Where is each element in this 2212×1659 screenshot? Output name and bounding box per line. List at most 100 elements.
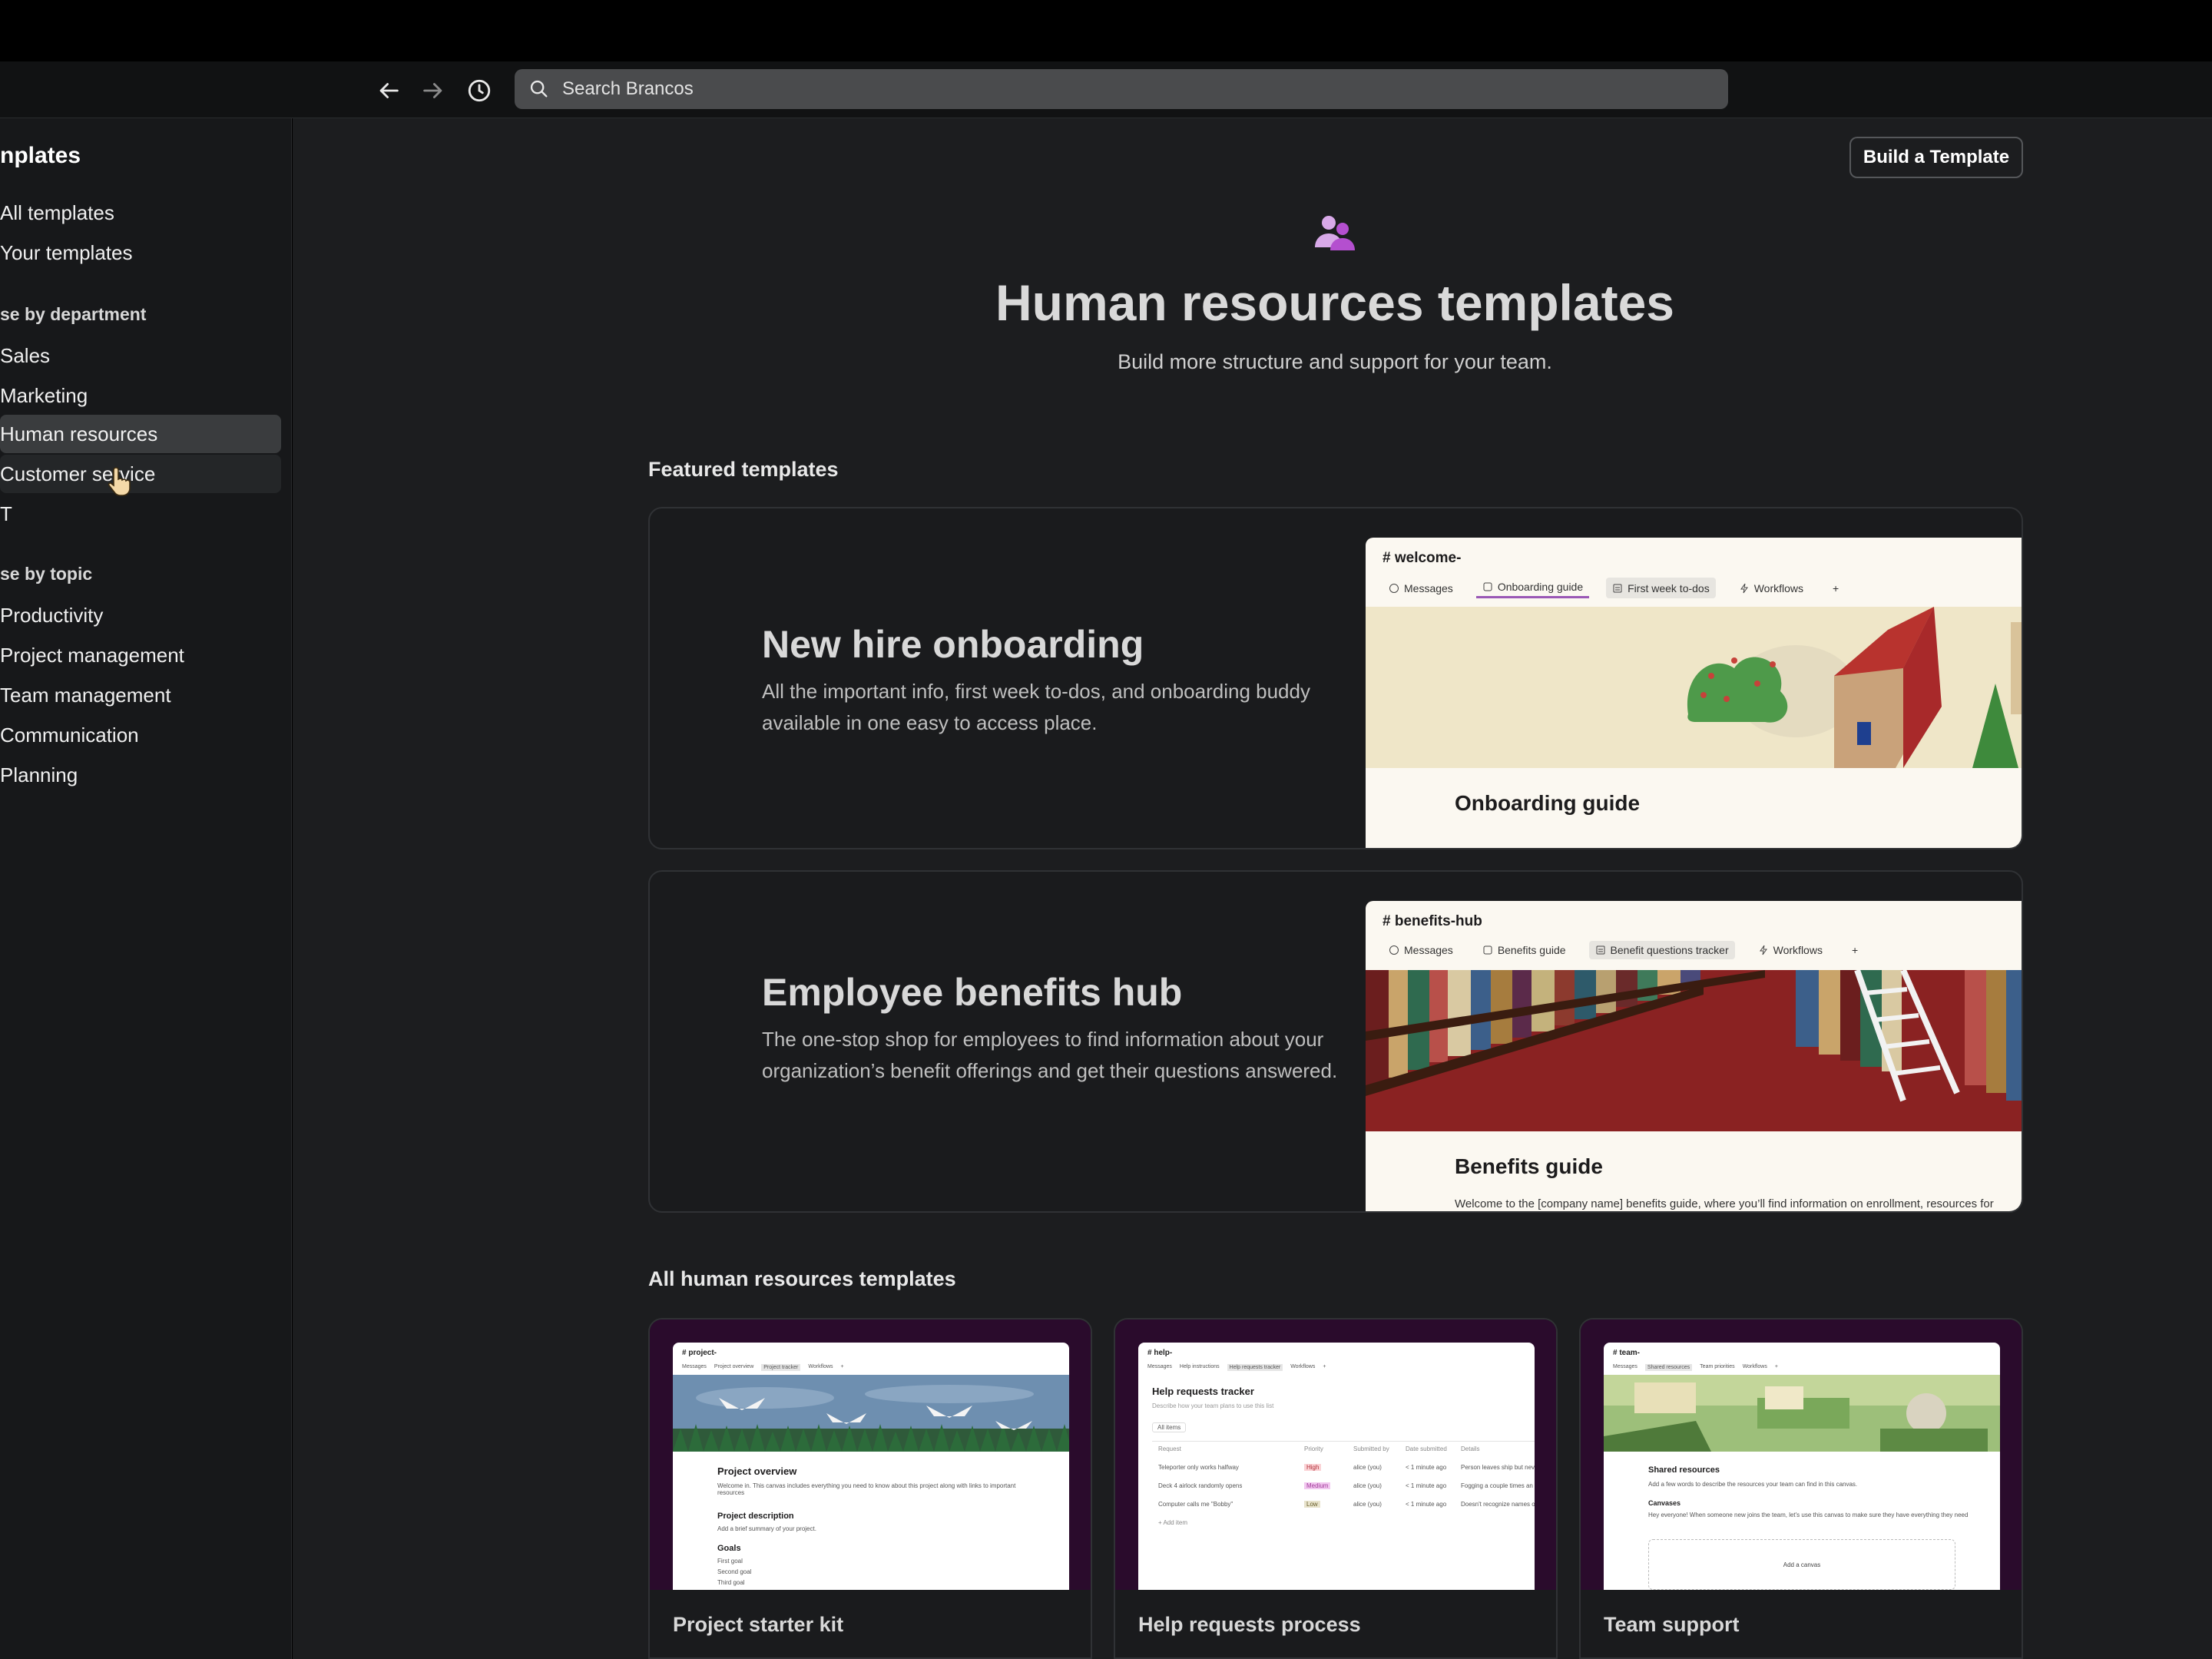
people-icon: [1315, 216, 1355, 250]
preview-tab-workflows: Workflows: [1752, 941, 1829, 959]
template-card-help-requests-process[interactable]: # help- Messages Help instructions Help re…: [1114, 1318, 1558, 1659]
sidebar-item-marketing[interactable]: Marketing: [0, 376, 281, 415]
onboarding-illustration: [1366, 607, 2022, 768]
sidebar-item-productivity[interactable]: Productivity: [0, 596, 281, 634]
back-button[interactable]: [372, 74, 406, 108]
page-title: Human resources templates: [995, 274, 1674, 331]
shot-heading: Project overview: [717, 1465, 797, 1477]
sidebar-item-planning[interactable]: Planning: [0, 756, 281, 794]
template-screenshot: # project- Messages Project overview Proje…: [673, 1343, 1069, 1590]
template-card-team-support[interactable]: # team- Messages Shared resources Team pri…: [1579, 1318, 2023, 1659]
shot-priority-badge: High: [1304, 1464, 1322, 1471]
shot-cell: alice (you): [1353, 1482, 1382, 1489]
message-icon: [1389, 945, 1399, 955]
template-card-project-starter-kit[interactable]: # project- Messages Project overview Proje…: [648, 1318, 1092, 1659]
office-illustration: [1604, 1375, 2000, 1452]
shot-column-header: Request: [1158, 1445, 1181, 1452]
sidebar-item-customer-service[interactable]: Customer service: [0, 455, 281, 493]
sidebar-item-your-templates[interactable]: Your templates: [0, 233, 281, 272]
message-icon: [1389, 583, 1399, 593]
lightning-icon: [1759, 945, 1767, 955]
sidebar-item-project-management[interactable]: Project management: [0, 636, 281, 674]
shot-column-header: Date submitted: [1406, 1445, 1447, 1452]
shot-cell: Computer calls me "Bobby": [1158, 1501, 1233, 1508]
build-template-button[interactable]: Build a Template: [1849, 137, 2023, 178]
shot-column-header: Submitted by: [1353, 1445, 1389, 1452]
template-card-thumbnail: # team- Messages Shared resources Team pri…: [1581, 1320, 2022, 1590]
shot-list-item: Second goal: [717, 1568, 752, 1575]
featured-card-title: Employee benefits hub: [762, 971, 1183, 1014]
featured-card-title: New hire onboarding: [762, 623, 1144, 666]
shot-add-canvas-box: Add a canvas: [1648, 1539, 1955, 1590]
hand-cursor-icon: [108, 467, 131, 496]
shot-priority-badge: Low: [1304, 1501, 1320, 1508]
shot-text: Describe how your team plans to use this…: [1152, 1402, 1274, 1409]
shot-cell: Teleporter only works halfway: [1158, 1464, 1239, 1471]
shot-channel-name: # project-: [682, 1349, 717, 1357]
featured-card-description: All the important info, first week to-do…: [762, 680, 1310, 734]
shot-divider: [1152, 1441, 1535, 1442]
shot-cell: Person leaves ship but never: [1461, 1464, 1535, 1471]
shot-tabs: Messages Help instructions Help requests t…: [1147, 1364, 1326, 1371]
shot-cell: alice (you): [1353, 1501, 1382, 1508]
canvas-icon: [1483, 582, 1492, 591]
preview-doc-title: Benefits guide: [1455, 1154, 1603, 1178]
template-preview: # benefits-hub Messages Benefits guide B…: [1366, 901, 2022, 1211]
shot-channel-name: # help-: [1147, 1349, 1173, 1357]
template-screenshot: # help- Messages Help instructions Help re…: [1138, 1343, 1535, 1590]
shot-cell: alice (you): [1353, 1464, 1382, 1471]
shot-priority-badge: Medium: [1304, 1482, 1331, 1489]
preview-tabs: Messages Benefits guide Benefit question…: [1382, 941, 1864, 959]
shot-cell: < 1 minute ago: [1406, 1464, 1447, 1471]
list-icon: [1613, 584, 1622, 592]
canvas-icon: [1483, 945, 1492, 955]
shot-list-item: First goal: [717, 1558, 743, 1565]
all-templates-heading: All human resources templates: [648, 1267, 956, 1290]
library-illustration: [1366, 970, 2022, 1131]
sidebar-item-team-management[interactable]: Team management: [0, 676, 281, 714]
preview-channel-name: # welcome-: [1382, 550, 1462, 566]
shot-add-canvas-label: Add a canvas: [1783, 1561, 1821, 1568]
shot-list-item: Third goal: [717, 1579, 745, 1586]
preview-tab-add: +: [1833, 581, 1839, 594]
template-card-name: Team support: [1604, 1613, 1740, 1636]
featured-card-description: The one-stop shop for employees to find …: [762, 1028, 1338, 1082]
sidebar: nplates All templates Your templates se …: [0, 118, 292, 1659]
lightning-icon: [1740, 583, 1748, 593]
shot-text: Hey everyone! When someone new joins the…: [1648, 1512, 1969, 1518]
preview-tab-list: Benefit questions tracker: [1588, 941, 1735, 959]
forward-button[interactable]: [416, 74, 450, 108]
shot-heading: Help requests tracker: [1152, 1386, 1254, 1397]
arrow-left-icon: [379, 83, 399, 98]
template-card-thumbnail: # help- Messages Help instructions Help re…: [1115, 1320, 1556, 1590]
sidebar-item-communication[interactable]: Communication: [0, 716, 281, 754]
search-bar[interactable]: Search Brancos: [515, 69, 1728, 109]
preview-tab-messages: Messages: [1382, 941, 1459, 959]
sidebar-heading-topic: se by topic: [0, 564, 93, 584]
sidebar-item-it[interactable]: T: [0, 495, 281, 533]
history-button[interactable]: [462, 74, 496, 108]
shot-add-item: + Add item: [1158, 1519, 1188, 1526]
featured-card-employee-benefits-hub[interactable]: Employee benefits hub The one-stop shop …: [648, 870, 2023, 1213]
preview-tabs: Messages Onboarding guide First week to-…: [1382, 578, 1845, 598]
featured-card-new-hire-onboarding[interactable]: New hire onboarding All the important in…: [648, 507, 2023, 849]
preview-tab-list: First week to-dos: [1606, 578, 1716, 598]
sidebar-item-all-templates[interactable]: All templates: [0, 194, 281, 232]
shot-heading: Shared resources: [1648, 1465, 1720, 1475]
preview-tab-workflows: Workflows: [1733, 578, 1810, 598]
preview-tab-guide: Benefits guide: [1476, 941, 1572, 959]
featured-heading: Featured templates: [648, 458, 839, 481]
shot-cell: Fogging a couple times an hour: [1461, 1482, 1535, 1489]
shot-cell: < 1 minute ago: [1406, 1501, 1447, 1508]
template-card-name: Help requests process: [1138, 1613, 1361, 1636]
sidebar-item-human-resources[interactable]: Human resources: [0, 415, 281, 453]
sidebar-title: nplates: [0, 143, 81, 168]
shot-tabs: Messages Shared resources Team priorities W…: [1613, 1364, 1778, 1371]
arrow-right-icon: [423, 83, 442, 98]
paper-boats-illustration: [673, 1375, 1069, 1452]
shot-subheading: Project description: [717, 1512, 794, 1521]
clock-icon: [468, 79, 491, 102]
shot-view-selector: All items: [1152, 1422, 1187, 1432]
template-screenshot: # team- Messages Shared resources Team pri…: [1604, 1343, 2000, 1590]
shot-text: Add a brief summary of your project.: [717, 1525, 816, 1532]
